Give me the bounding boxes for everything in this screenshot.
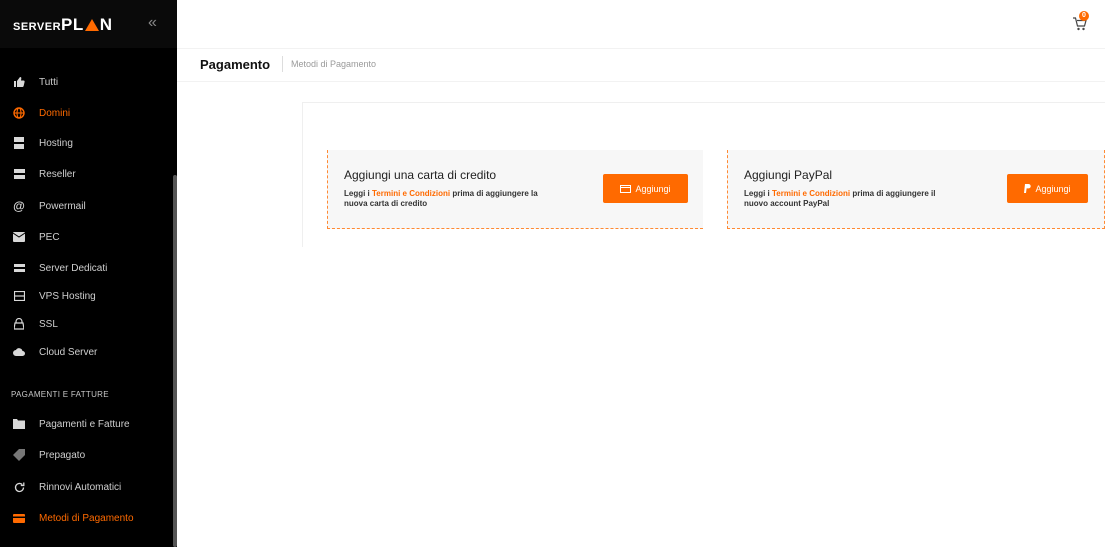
sidebar-item-reseller[interactable]: Reseller — [0, 162, 172, 186]
sidebar-item-ssl[interactable]: SSL — [0, 312, 172, 336]
sidebar-section-title: PAGAMENTI E FATTURE — [11, 390, 109, 399]
credit-card-icon — [13, 512, 25, 524]
sidebar-item-label: PEC — [39, 231, 60, 243]
sidebar-item-label: Cloud Server — [39, 346, 98, 358]
tag-icon — [13, 449, 25, 461]
sidebar-item-label: Server Dedicati — [39, 262, 108, 274]
sidebar-item-label: VPS Hosting — [39, 290, 96, 302]
page-title: Pagamento — [200, 57, 271, 72]
vps-icon — [13, 290, 25, 302]
sidebar-item-label: Domini — [39, 107, 71, 119]
serverplan-logo[interactable]: SERVER PL N — [13, 16, 113, 33]
paypal-icon — [1024, 184, 1032, 193]
terms-link[interactable]: Termini — [372, 189, 400, 198]
sidebar-item-hosting[interactable]: Hosting — [0, 131, 172, 155]
hosting-icon — [13, 137, 25, 149]
sidebar-scrollbar[interactable] — [173, 175, 177, 547]
sidebar-item-rinnovi-automatici[interactable]: Rinnovi Automatici — [0, 475, 172, 499]
sidebar-item-cloud-server[interactable]: Cloud Server — [0, 340, 172, 364]
sidebar-item-label: Pagamenti e Fatture — [39, 418, 130, 430]
sidebar-item-powermail[interactable]: @ Powermail — [0, 194, 172, 218]
add-credit-card-button[interactable]: Aggiungi — [603, 174, 688, 203]
sidebar-item-server-dedicati[interactable]: Server Dedicati — [0, 256, 172, 280]
add-paypal-button[interactable]: Aggiungi — [1007, 174, 1088, 203]
sidebar-item-label: Metodi di Pagamento — [39, 512, 134, 524]
refresh-icon — [13, 481, 25, 493]
breadcrumb-divider — [282, 56, 283, 72]
sidebar-item-label: Powermail — [39, 200, 86, 212]
sidebar-item-metodi-di-pagamento[interactable]: Metodi di Pagamento — [0, 506, 172, 530]
folder-icon — [13, 418, 25, 430]
paypal-title: Aggiungi PayPal — [744, 168, 833, 182]
sidebar-item-label: Rinnovi Automatici — [39, 481, 122, 493]
sidebar-item-vps-hosting[interactable]: VPS Hosting — [0, 284, 172, 308]
sidebar-item-prepagato[interactable]: Prepagato — [0, 443, 172, 467]
credit-card-description: Leggi i Termini e Condizioni prima di ag… — [344, 189, 538, 208]
paypal-description: Leggi i Termini e Condizioni prima di ag… — [744, 189, 936, 208]
conditions-link[interactable]: Condizioni — [809, 189, 850, 198]
logo-a-triangle — [84, 19, 99, 31]
at-icon: @ — [13, 199, 25, 213]
breadcrumb-current[interactable]: Metodi di Pagamento — [291, 59, 376, 69]
sidebar: SERVER PL N « Tutti Domini Hosting Resel… — [0, 0, 177, 547]
sidebar-item-label: SSL — [39, 318, 58, 330]
cart-count-badge: 0 — [1079, 11, 1089, 21]
conditions-link[interactable]: Condizioni — [409, 189, 450, 198]
sidebar-item-label: Hosting — [39, 137, 73, 149]
sidebar-item-label: Prepagato — [39, 449, 86, 461]
envelope-icon — [13, 231, 25, 243]
reseller-icon — [13, 168, 25, 180]
sidebar-item-label: Tutti — [39, 76, 59, 88]
cloud-icon — [13, 346, 25, 358]
credit-card-icon — [620, 184, 632, 193]
globe-icon — [13, 107, 25, 119]
lock-icon — [13, 318, 25, 330]
credit-card-title: Aggiungi una carta di credito — [344, 168, 497, 182]
terms-link[interactable]: Termini — [772, 189, 800, 198]
credit-card-panel: Aggiungi una carta di credito Leggi i Te… — [327, 150, 703, 229]
sidebar-item-domini[interactable]: Domini — [0, 101, 172, 125]
sidebar-item-pagamenti-e-fatture[interactable]: Pagamenti e Fatture — [0, 412, 172, 436]
sidebar-item-pec[interactable]: PEC — [0, 225, 172, 249]
collapse-sidebar-button[interactable]: « — [148, 14, 157, 32]
sidebar-item-label: Reseller — [39, 168, 76, 180]
thumbs-up-icon — [13, 76, 25, 88]
sidebar-item-tutti[interactable]: Tutti — [0, 70, 172, 94]
paypal-panel: Aggiungi PayPal Leggi i Termini e Condiz… — [727, 150, 1105, 229]
server-icon — [13, 262, 25, 274]
